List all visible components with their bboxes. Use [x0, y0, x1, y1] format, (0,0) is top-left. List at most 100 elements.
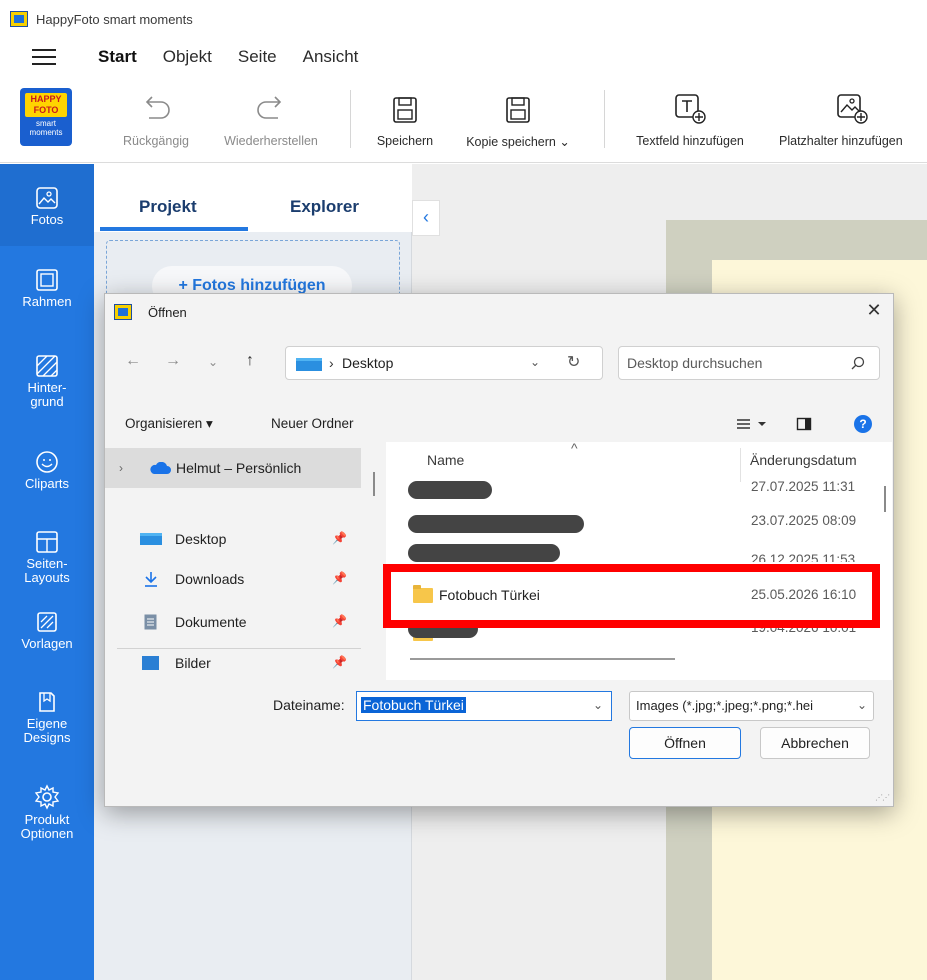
undo-icon [139, 76, 173, 124]
tab-start[interactable]: Start [98, 41, 137, 79]
save-icon [392, 76, 418, 124]
app-logo-icon [114, 304, 132, 320]
sidebar-item-cliparts[interactable]: Cliparts [0, 450, 94, 491]
sidebar-item-label: Cliparts [24, 476, 70, 491]
tab-objekt[interactable]: Objekt [163, 41, 212, 73]
pin-icon[interactable]: 📌 [332, 571, 347, 585]
address-bar[interactable]: › Desktop ⌄ [285, 346, 603, 380]
save-label: Speichern [376, 134, 434, 148]
open-button[interactable]: Öffnen [629, 727, 741, 759]
add-textfield-button[interactable]: Textfeld hinzufügen [624, 76, 756, 162]
main-sidebar: Fotos Rahmen Hinter- grund Cliparts Seit… [0, 164, 94, 980]
sidebar-item-produkt-optionen[interactable]: Produkt Optionen [0, 784, 94, 841]
nav-item-downloads[interactable]: Downloads 📌 [105, 559, 361, 599]
add-textfield-label: Textfeld hinzufügen [636, 134, 744, 148]
nav-item-label: Desktop [175, 531, 227, 547]
tab-projekt[interactable]: Projekt [139, 197, 197, 217]
file-date: 26.12.2025 11:53 [751, 552, 856, 562]
pin-icon[interactable]: 📌 [332, 614, 347, 628]
onedrive-cloud-icon [150, 462, 171, 474]
nav-item-bilder[interactable]: Bilder 📌 [105, 643, 361, 680]
search-icon [851, 356, 865, 370]
nav-item-dokumente[interactable]: Dokumente 📌 [105, 602, 361, 642]
template-icon [37, 612, 57, 632]
redo-icon [254, 76, 288, 124]
redaction-scribble [408, 620, 478, 638]
address-dropdown-icon[interactable]: ⌄ [530, 355, 540, 369]
happyfoto-logo: HAPPY FOTO smart moments [20, 88, 72, 146]
sidebar-item-fotos[interactable]: Fotos [0, 164, 94, 246]
file-list-scrollbar[interactable] [884, 486, 886, 512]
organize-button[interactable]: Organisieren ▾ [125, 416, 213, 432]
add-placeholder-button[interactable]: Platzhalter hinzufügen [773, 76, 927, 162]
sidebar-item-rahmen[interactable]: Rahmen [0, 268, 94, 309]
search-placeholder: Desktop durchsuchen [627, 355, 763, 371]
pin-icon[interactable]: 📌 [332, 655, 347, 669]
redo-label: Wiederherstellen [224, 134, 318, 148]
sidebar-item-label: Rahmen [22, 294, 72, 309]
active-tab-indicator [100, 227, 248, 231]
file-row[interactable]: 27.07.2025 11:31 [386, 470, 892, 504]
refresh-icon[interactable]: ↻ [567, 352, 580, 372]
help-icon[interactable]: ? [854, 415, 872, 433]
forward-arrow-icon[interactable]: → [165, 352, 181, 370]
file-row[interactable]: 19.04.2026 10:01 [386, 616, 892, 650]
navigation-pane: › Helmut – Persönlich Desktop 📌 Download… [105, 442, 373, 680]
file-list: ^ Name Änderungsdatum 27.07.2025 11:31 2… [386, 442, 892, 680]
save-copy-button[interactable]: Kopie speichern ⌄ [456, 76, 580, 162]
sidebar-item-label: Seiten- Layouts [24, 556, 70, 585]
filename-input[interactable]: Fotobuch Türkei ⌄ [356, 691, 612, 721]
photo-icon [36, 187, 58, 209]
sidebar-item-hintergrund[interactable]: Hinter- grund [0, 354, 94, 409]
settings-icon [34, 784, 60, 810]
pin-icon[interactable]: 📌 [332, 531, 347, 545]
nav-item-onedrive[interactable]: › Helmut – Persönlich [105, 448, 361, 488]
column-header-name[interactable]: Name [427, 452, 464, 468]
sidebar-item-seiten-layouts[interactable]: Seiten- Layouts [0, 530, 94, 585]
navigation-scrollbar[interactable] [373, 472, 375, 496]
up-arrow-icon[interactable]: ↑ [246, 352, 254, 370]
open-file-dialog: Öffnen ✕ ← → ⌄ ↑ › Desktop ⌄ ↻ Desktop d… [104, 293, 894, 807]
filetype-dropdown-icon[interactable]: ⌄ [857, 698, 867, 712]
filename-dropdown-icon[interactable]: ⌄ [593, 698, 603, 712]
save-button[interactable]: Speichern [368, 76, 442, 162]
preview-pane-icon[interactable] [796, 416, 812, 432]
sidebar-item-label: Produkt Optionen [20, 812, 74, 841]
column-header-date[interactable]: Änderungsdatum [750, 452, 857, 468]
tab-seite[interactable]: Seite [238, 41, 277, 73]
file-row[interactable]: 26.12.2025 11:53 [386, 534, 892, 562]
app-logo-icon [10, 11, 28, 27]
frame-icon [36, 269, 58, 291]
hamburger-menu-icon[interactable] [32, 49, 56, 65]
tab-ansicht[interactable]: Ansicht [303, 41, 359, 73]
redo-button[interactable]: Wiederherstellen [210, 76, 332, 162]
clipart-icon [36, 451, 58, 473]
file-row-selected[interactable]: Fotobuch Türkei 25.05.2026 16:10 [386, 578, 892, 612]
file-list-horizontal-scrollbar[interactable] [410, 658, 675, 660]
pictures-icon [142, 656, 159, 670]
collapse-panel-button[interactable]: ‹ [412, 200, 440, 236]
nav-item-desktop[interactable]: Desktop 📌 [105, 519, 361, 559]
menu-bar: Start Objekt Seite Ansicht [0, 38, 927, 79]
address-location[interactable]: Desktop [342, 355, 393, 371]
search-input[interactable]: Desktop durchsuchen [618, 346, 880, 380]
recent-locations-chevron-icon[interactable]: ⌄ [208, 355, 218, 369]
sort-ascending-icon: ^ [571, 442, 578, 456]
filetype-select[interactable]: Images (*.jpg;*.jpeg;*.png;*.hei ⌄ [629, 691, 874, 721]
expand-chevron-icon[interactable]: › [119, 461, 123, 475]
back-arrow-icon[interactable]: ← [125, 352, 141, 370]
resize-grip-icon[interactable]: ⋰⋰ [875, 793, 890, 802]
undo-label: Rückgängig [122, 134, 189, 148]
file-row[interactable]: 23.07.2025 08:09 [386, 504, 892, 538]
sidebar-item-label: Eigene Designs [23, 716, 71, 745]
panel-tabs: Projekt Explorer [94, 164, 412, 232]
sidebar-item-vorlagen[interactable]: Vorlagen [0, 610, 94, 651]
close-icon[interactable]: ✕ [863, 300, 885, 322]
sidebar-item-eigene-designs[interactable]: Eigene Designs [0, 690, 94, 745]
tab-explorer[interactable]: Explorer [290, 197, 359, 217]
new-folder-button[interactable]: Neuer Ordner [271, 416, 354, 431]
cancel-button[interactable]: Abbrechen [760, 727, 870, 759]
view-list-icon[interactable] [736, 416, 770, 432]
undo-button[interactable]: Rückgängig [116, 76, 196, 162]
window-titlebar: HappyFoto smart moments [0, 0, 927, 38]
